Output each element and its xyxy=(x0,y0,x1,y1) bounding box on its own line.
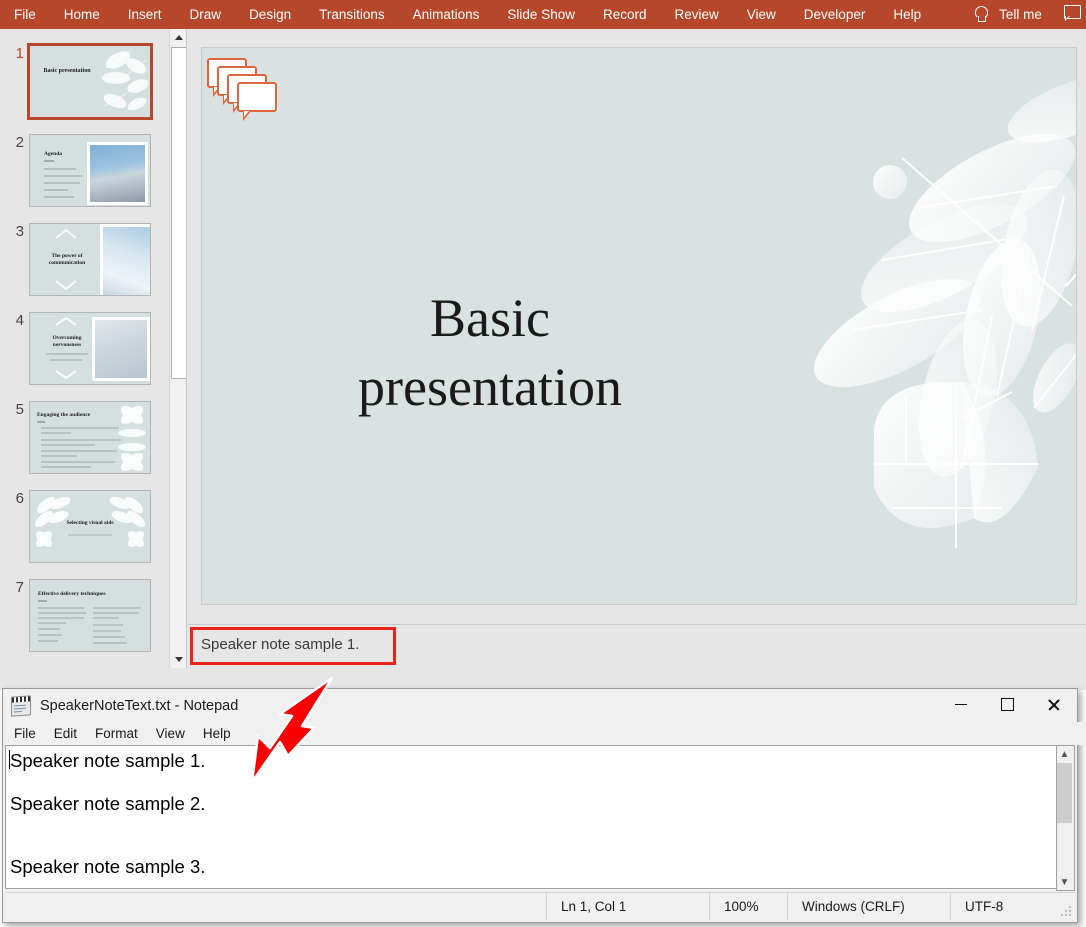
slide-thumb-photo-2 xyxy=(87,142,148,205)
status-zoom-level[interactable]: 100% xyxy=(709,893,787,920)
slide-thumbnail-1[interactable]: 1 Basic presentation xyxy=(0,43,168,133)
slide-thumbnail-7[interactable]: 7 Effective delivery techniques xyxy=(0,579,168,667)
status-cursor-position: Ln 1, Col 1 xyxy=(546,893,709,920)
tell-me-box[interactable]: Tell me xyxy=(973,0,1042,29)
notepad-scroll-up-icon[interactable]: ▲ xyxy=(1057,746,1072,762)
slide-thumbnail-6[interactable]: 6 Selecting visual aids xyxy=(0,490,168,578)
slide-thumb-title-3: The power of communication xyxy=(48,253,86,266)
slide-thumb-box-6[interactable]: Selecting visual aids xyxy=(29,490,151,563)
slide-thumb-box-5[interactable]: Engaging the audience xyxy=(29,401,151,474)
scroll-down-button[interactable] xyxy=(170,651,187,668)
slide-thumbnail-5[interactable]: 5 Engaging the audience xyxy=(0,401,168,489)
ribbon-tab-animations[interactable]: Animations xyxy=(413,0,480,29)
notepad-vertical-scrollbar[interactable]: ▲ ▼ xyxy=(1056,745,1075,891)
maximize-icon[interactable] xyxy=(984,689,1030,720)
notepad-text-area[interactable]: Speaker note sample 1. Speaker note samp… xyxy=(5,745,1075,889)
scroll-up-button[interactable] xyxy=(170,29,187,46)
notepad-line-3: Speaker note sample 3. xyxy=(10,856,206,877)
slide-thumb-title-6: Selecting visual aids xyxy=(66,520,114,526)
slide-thumbnail-pane[interactable]: 1 Basic presentation 2 Agenda 3 The powe… xyxy=(0,29,168,668)
slide-thumb-box-3[interactable]: The power of communication xyxy=(29,223,151,296)
ribbon-tab-review[interactable]: Review xyxy=(675,0,719,29)
ribbon-tab-home[interactable]: Home xyxy=(64,0,100,29)
ribbon-tab-bar: File Home Insert Draw Design Transitions… xyxy=(0,0,1086,29)
tell-me-label[interactable]: Tell me xyxy=(999,0,1042,29)
slide-thumbnail-2[interactable]: 2 Agenda xyxy=(0,134,168,222)
notepad-status-bar: Ln 1, Col 1 100% Windows (CRLF) UTF-8 xyxy=(5,892,1075,920)
lightbulb-icon xyxy=(973,5,989,24)
slide-number-3: 3 xyxy=(15,223,24,240)
slide-number-2: 2 xyxy=(15,134,24,151)
notepad-line-1: Speaker note sample 1. xyxy=(10,750,206,771)
ribbon-tab-design[interactable]: Design xyxy=(249,0,291,29)
slide-thumb-box-4[interactable]: Overcoming nervousness xyxy=(29,312,151,385)
menu-help[interactable]: Help xyxy=(203,726,231,741)
notepad-scrollbar-thumb[interactable] xyxy=(1057,763,1072,823)
ribbon-tab-insert[interactable]: Insert xyxy=(128,0,162,29)
status-encoding: UTF-8 xyxy=(950,893,1075,920)
notepad-icon xyxy=(11,694,31,717)
slide-thumb-title-5: Engaging the audience xyxy=(37,412,91,418)
slide-thumb-box-7[interactable]: Effective delivery techniques xyxy=(29,579,151,652)
slide-thumb-photo-4 xyxy=(92,317,150,381)
ribbon-tab-view[interactable]: View xyxy=(747,0,776,29)
slide-thumbnail-4[interactable]: 4 Overcoming nervousness xyxy=(0,312,168,400)
notepad-window[interactable]: SpeakerNoteText.txt - Notepad File Edit … xyxy=(2,688,1086,923)
ribbon-tab-record[interactable]: Record xyxy=(603,0,647,29)
current-slide[interactable]: Basic presentation xyxy=(201,47,1077,605)
powerpoint-window: File Home Insert Draw Design Transitions… xyxy=(0,0,1086,690)
notepad-line-2: Speaker note sample 2. xyxy=(10,793,206,814)
thumb-leaf-decor-1 xyxy=(102,51,149,111)
menu-file[interactable]: File xyxy=(14,726,36,741)
close-icon[interactable] xyxy=(1030,689,1076,720)
comment-icon[interactable] xyxy=(1062,4,1084,24)
menu-edit[interactable]: Edit xyxy=(54,726,77,741)
slide-number-5: 5 xyxy=(15,401,24,418)
ribbon-tab-slide-show[interactable]: Slide Show xyxy=(507,0,575,29)
slide-title-line-1: Basic xyxy=(430,288,550,348)
notepad-scroll-down-icon[interactable]: ▼ xyxy=(1057,874,1072,890)
slide-number-1: 1 xyxy=(15,45,24,62)
comment-bubble-4[interactable] xyxy=(237,82,277,121)
powerpoint-bottom-strip xyxy=(0,668,1086,690)
ribbon-tab-file[interactable]: File xyxy=(14,0,36,29)
thumb-leaf-decor-5 xyxy=(118,406,146,471)
slide-number-4: 4 xyxy=(15,312,24,329)
slide-number-7: 7 xyxy=(15,579,24,596)
slide-thumb-photo-3 xyxy=(100,224,150,295)
ribbon-tab-draw[interactable]: Draw xyxy=(190,0,222,29)
notepad-title-bar[interactable]: SpeakerNoteText.txt - Notepad xyxy=(3,689,1077,722)
notes-highlight-box xyxy=(190,627,396,665)
slide-thumb-title-1: Basic presentation xyxy=(43,68,91,74)
minimize-icon[interactable] xyxy=(938,689,984,720)
menu-view[interactable]: View xyxy=(156,726,185,741)
slide-number-6: 6 xyxy=(15,490,24,507)
ribbon-tabs: File Home Insert Draw Design Transitions… xyxy=(0,0,935,29)
slide-thumb-title-2: Agenda xyxy=(44,151,63,157)
slide-thumbnail-3[interactable]: 3 The power of communication xyxy=(0,223,168,311)
notepad-menu-bar[interactable]: File Edit Format View Help xyxy=(3,722,1086,745)
screenshot-root: File Home Insert Draw Design Transitions… xyxy=(0,0,1086,927)
slide-thumb-title-7: Effective delivery techniques xyxy=(38,591,106,597)
slide-title-textbox[interactable]: Basic presentation xyxy=(280,284,700,422)
menu-format[interactable]: Format xyxy=(95,726,138,741)
notepad-title-text: SpeakerNoteText.txt - Notepad xyxy=(40,697,239,714)
ribbon-tab-help[interactable]: Help xyxy=(893,0,921,29)
slide-thumb-box-2[interactable]: Agenda xyxy=(29,134,151,207)
status-line-ending: Windows (CRLF) xyxy=(787,893,950,920)
resize-grip-icon[interactable] xyxy=(1059,904,1071,916)
ribbon-tab-developer[interactable]: Developer xyxy=(804,0,866,29)
comment-bubbles-icon[interactable] xyxy=(205,56,285,121)
ribbon-tab-transitions[interactable]: Transitions xyxy=(319,0,385,29)
slide-editing-area[interactable]: Basic presentation xyxy=(187,29,1086,623)
slide-title-line-2: presentation xyxy=(358,357,622,418)
slide-thumb-box-1[interactable]: Basic presentation xyxy=(27,43,153,120)
thumbnail-scrollbar[interactable] xyxy=(169,29,188,668)
slide-thumb-title-4: Overcoming nervousness xyxy=(52,335,82,348)
